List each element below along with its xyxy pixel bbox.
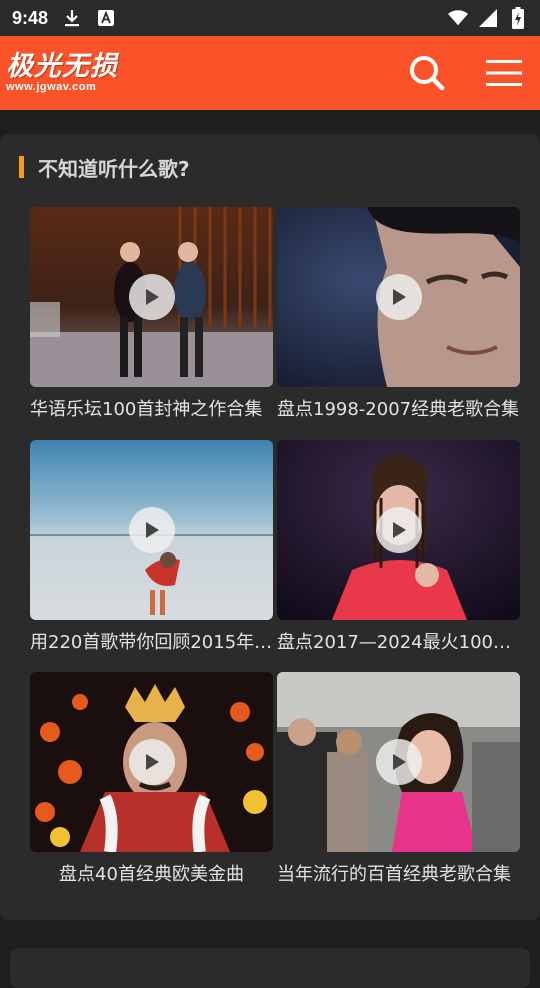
play-icon[interactable]: [375, 739, 422, 785]
status-bar: 9:48: [0, 0, 540, 36]
video-thumbnail: [277, 207, 520, 387]
logo-url: www.jgwav.com: [6, 81, 97, 93]
video-title: 盘点40首经典欧美金曲: [59, 864, 244, 885]
video-thumbnail: [277, 672, 520, 852]
status-right: [448, 7, 528, 29]
header-actions: [408, 54, 522, 92]
play-icon[interactable]: [128, 739, 175, 785]
wifi-icon: [448, 8, 468, 28]
video-title: 盘点1998-2007经典老歌合集: [277, 399, 520, 420]
download-icon: [62, 8, 82, 28]
video-card[interactable]: 盘点1998-2007经典老歌合集: [277, 207, 520, 422]
video-card[interactable]: 华语乐坛100首封神之作合集: [30, 207, 273, 422]
video-card[interactable]: 用220首歌带你回顾2015年至今: [30, 440, 273, 655]
section-title: 不知道听什么歌?: [38, 156, 190, 181]
video-title: 盘点2017—2024最火100首歌曲: [277, 632, 520, 653]
logo-text: 极光无损: [6, 51, 118, 82]
section-header: 不知道听什么歌?: [0, 134, 540, 200]
app-logo[interactable]: 极光无损 www.jgwav.com: [6, 53, 118, 93]
a-notification-icon: [96, 8, 116, 28]
video-thumbnail: [30, 207, 273, 387]
play-icon[interactable]: [128, 274, 175, 320]
video-title: 当年流行的百首经典老歌合集: [277, 864, 511, 885]
video-card[interactable]: 盘点40首经典欧美金曲: [30, 672, 273, 887]
video-thumbnail: [30, 672, 273, 852]
next-section: [10, 948, 530, 988]
signal-icon: [478, 8, 498, 28]
video-title: 用220首歌带你回顾2015年至今: [30, 632, 273, 653]
menu-icon[interactable]: [486, 59, 522, 87]
section-accent-bar: [19, 156, 24, 178]
video-card[interactable]: 当年流行的百首经典老歌合集: [277, 672, 520, 887]
play-icon[interactable]: [375, 507, 422, 553]
video-thumbnail: [30, 440, 273, 620]
video-card[interactable]: 盘点2017—2024最火100首歌曲: [277, 440, 520, 655]
app-header: 极光无损 www.jgwav.com: [0, 36, 540, 110]
status-time: 9:48: [12, 7, 49, 28]
status-left: 9:48: [12, 8, 116, 29]
battery-icon: [508, 7, 528, 29]
recommend-section: 不知道听什么歌? 华语乐坛100首封神之作合集 盘点1998-2007经典老歌合…: [0, 134, 540, 920]
play-icon[interactable]: [128, 507, 175, 553]
play-icon[interactable]: [375, 274, 422, 320]
search-icon[interactable]: [408, 54, 446, 92]
video-title: 华语乐坛100首封神之作合集: [30, 399, 263, 420]
video-thumbnail: [277, 440, 520, 620]
